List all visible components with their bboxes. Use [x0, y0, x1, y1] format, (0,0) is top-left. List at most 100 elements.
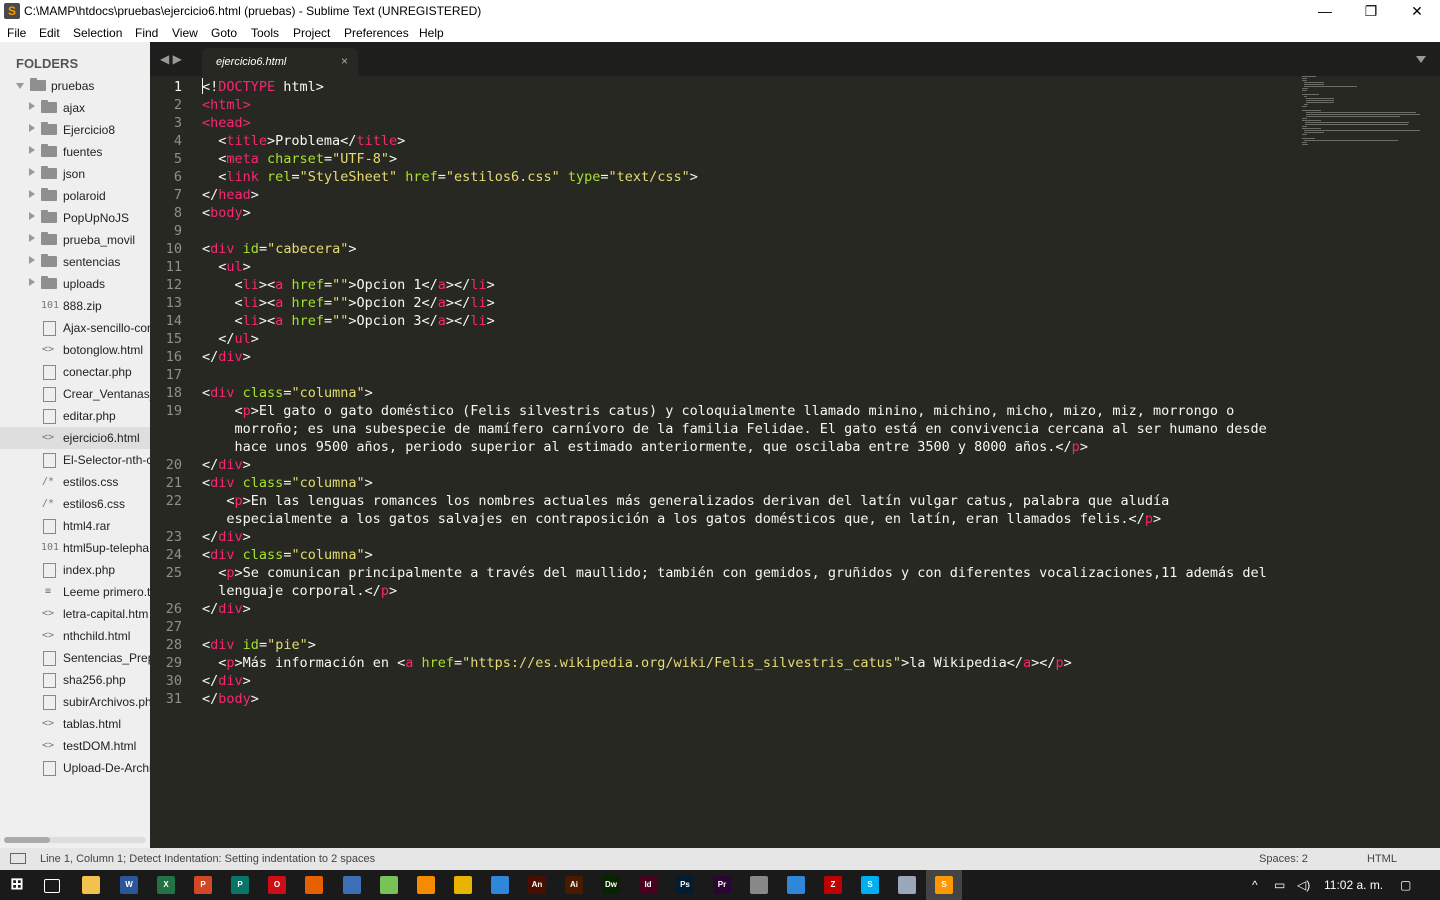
menu-tools[interactable]: Tools [251, 26, 279, 40]
panel-toggle-icon[interactable] [10, 853, 26, 864]
collapse-arrow-icon[interactable] [29, 234, 35, 242]
tab-nav-arrows[interactable]: ◀ ▶ [160, 52, 182, 66]
menu-project[interactable]: Project [293, 26, 330, 40]
menu-edit[interactable]: Edit [39, 26, 60, 40]
sidebar-scrollbar-thumb[interactable] [4, 837, 50, 843]
folder-item[interactable]: Ejercicio8 [0, 119, 150, 141]
code-line[interactable]: <div id="cabecera"> [202, 240, 357, 258]
code-editor[interactable]: <!DOCTYPE html> <html> <head> <title>Probl… [202, 76, 1292, 848]
file-item[interactable]: conectar.php [0, 361, 150, 383]
file-item[interactable]: html4.rar [0, 515, 150, 537]
collapse-arrow-icon[interactable] [29, 146, 35, 154]
minimize-button[interactable]: — [1302, 0, 1348, 22]
powerpoint-icon[interactable]: P [194, 876, 212, 894]
file-item[interactable]: index.php [0, 559, 150, 581]
folder-item[interactable]: fuentes [0, 141, 150, 163]
code-line[interactable]: <link rel="StyleSheet" href="estilos6.cs… [202, 168, 698, 186]
folder-item[interactable]: PopUpNoJS [0, 207, 150, 229]
code-line[interactable]: <title>Problema</title> [202, 132, 405, 150]
syntax-status[interactable]: HTML [1367, 853, 1397, 865]
sidebar-scrollbar[interactable] [4, 837, 146, 843]
file-item[interactable]: Sentencias_Prepa [0, 647, 150, 669]
volume-icon[interactable]: ◁) [1297, 878, 1310, 892]
code-line[interactable]: <p>El gato o gato doméstico (Felis silve… [202, 402, 1235, 420]
minimap[interactable] [1300, 76, 1426, 156]
menu-find[interactable]: Find [135, 26, 158, 40]
file-item[interactable]: <> nthchild.html [0, 625, 150, 647]
task-view-icon[interactable] [44, 879, 60, 893]
code-line[interactable]: <div class="columna"> [202, 546, 373, 564]
menu-selection[interactable]: Selection [73, 26, 122, 40]
file-item[interactable]: Ajax-sencillo-con [0, 317, 150, 339]
code-line[interactable]: <body> [202, 204, 251, 222]
menu-goto[interactable]: Goto [211, 26, 237, 40]
code-line[interactable]: <li><a href="">Opcion 3</a></li> [202, 312, 495, 330]
firefox-icon[interactable] [305, 876, 323, 894]
code-line[interactable]: <p>Se comunican principalmente a través … [202, 564, 1267, 582]
android-icon[interactable] [380, 876, 398, 894]
app-frame-icon[interactable] [787, 876, 805, 894]
file-item[interactable]: <> ejercicio6.html [0, 427, 150, 449]
virtualbox-icon[interactable] [343, 876, 361, 894]
code-line[interactable]: <p>En las lenguas romances los nombres a… [202, 492, 1169, 510]
file-item[interactable]: /* estilos6.css [0, 493, 150, 515]
clock[interactable]: 11:02 a. m. [1324, 878, 1383, 892]
code-line[interactable]: </div> [202, 456, 251, 474]
collapse-arrow-icon[interactable] [29, 256, 35, 264]
opera-icon[interactable]: O [268, 876, 286, 894]
network-icon[interactable]: ▭ [1274, 878, 1285, 892]
code-line[interactable]: </div> [202, 348, 251, 366]
folder-item[interactable]: sentencias [0, 251, 150, 273]
file-item[interactable]: El-Selector-nth-c [0, 449, 150, 471]
vlc-icon[interactable] [417, 876, 435, 894]
menu-preferences[interactable]: Preferences [344, 26, 409, 40]
app-icon[interactable] [454, 876, 472, 894]
indesign-icon[interactable]: Id [639, 876, 657, 894]
code-line[interactable]: <p>Más información en <a href="https://e… [202, 654, 1072, 672]
code-line[interactable]: </body> [202, 690, 259, 708]
code-line[interactable]: <!DOCTYPE html> [202, 78, 324, 96]
folder-item[interactable]: prueba_movil [0, 229, 150, 251]
collapse-arrow-icon[interactable] [29, 190, 35, 198]
publisher-icon[interactable]: P [231, 876, 249, 894]
paint-icon[interactable] [898, 876, 916, 894]
code-line[interactable]: <ul> [202, 258, 251, 276]
folder-item[interactable]: uploads [0, 273, 150, 295]
collapse-arrow-icon[interactable] [29, 124, 35, 132]
notifications-icon[interactable]: ▢ [1400, 878, 1411, 892]
code-line[interactable]: </ul> [202, 330, 259, 348]
code-line[interactable]: </div> [202, 600, 251, 618]
menu-view[interactable]: View [172, 26, 198, 40]
file-item[interactable]: subirArchivos.ph [0, 691, 150, 713]
maximize-button[interactable]: ❐ [1348, 0, 1394, 22]
code-line[interactable]: <li><a href="">Opcion 2</a></li> [202, 294, 495, 312]
file-item[interactable]: 101 html5up-telepha [0, 537, 150, 559]
menu-help[interactable]: Help [419, 26, 444, 40]
tray-expand-icon[interactable]: ^ [1252, 878, 1258, 892]
code-line[interactable]: </div> [202, 528, 251, 546]
close-button[interactable]: ✕ [1394, 0, 1440, 22]
file-item[interactable]: <> letra-capital.htm [0, 603, 150, 625]
code-line[interactable]: <meta charset="UTF-8"> [202, 150, 397, 168]
code-line[interactable]: <html> [202, 96, 251, 114]
code-line[interactable]: <div id="pie"> [202, 636, 316, 654]
photoshop-icon[interactable]: Ps [676, 876, 694, 894]
filezilla-icon[interactable]: Z [824, 876, 842, 894]
file-item[interactable]: ≡ Leeme primero.t [0, 581, 150, 603]
file-item[interactable]: editar.php [0, 405, 150, 427]
folder-item[interactable]: json [0, 163, 150, 185]
collapse-arrow-icon[interactable] [29, 278, 35, 286]
collapse-arrow-icon[interactable] [29, 168, 35, 176]
app-cube-icon[interactable] [491, 876, 509, 894]
windows-start-icon[interactable]: ⊞ [8, 876, 26, 894]
animate-icon[interactable]: An [528, 876, 546, 894]
code-line[interactable]: <li><a href="">Opcion 1</a></li> [202, 276, 495, 294]
indentation-status[interactable]: Spaces: 2 [1259, 853, 1308, 865]
code-line[interactable]: <div class="columna"> [202, 384, 373, 402]
skype-icon[interactable]: S [861, 876, 879, 894]
folder-item-root[interactable]: pruebas [0, 75, 150, 97]
menu-file[interactable]: File [7, 26, 26, 40]
collapse-arrow-icon[interactable] [29, 212, 35, 220]
code-line[interactable]: </div> [202, 672, 251, 690]
file-item[interactable]: /* estilos.css [0, 471, 150, 493]
